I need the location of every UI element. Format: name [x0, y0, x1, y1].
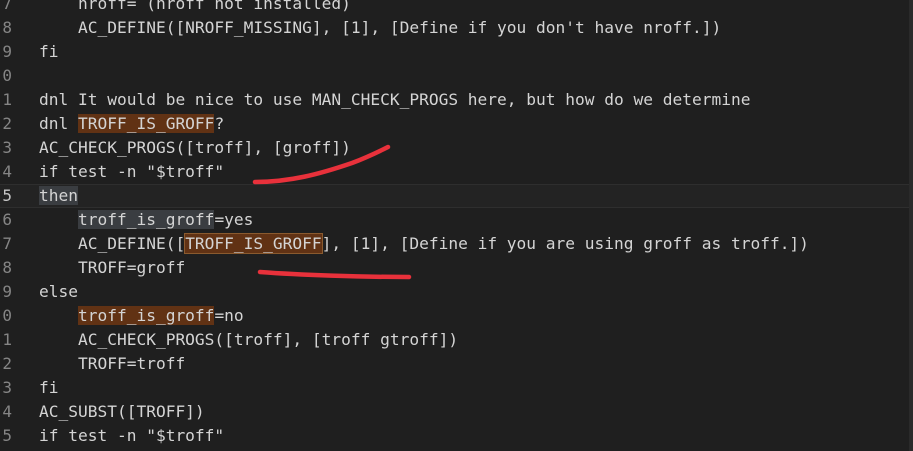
line-code[interactable]: TROFF=groff [39, 256, 185, 280]
line-code[interactable]: fi [39, 376, 59, 400]
code-token: fi [39, 42, 59, 61]
line-number: 0 [2, 66, 12, 85]
code-line[interactable]: 7 AC_DEFINE([TROFF_IS_GROFF], [1], [Defi… [0, 232, 913, 256]
line-number: 1 [2, 330, 12, 349]
line-code[interactable]: AC_DEFINE([NROFF_MISSING], [1], [Define … [39, 16, 721, 40]
code-line[interactable]: 3 fi [0, 376, 913, 400]
line-number: 0 [2, 306, 12, 325]
line-code[interactable]: nroff= (nroff not installed) [39, 0, 351, 16]
line-code[interactable]: else [39, 280, 78, 304]
line-code[interactable]: troff_is_groff=no [39, 304, 244, 328]
highlighted-token: troff_is_groff [77, 306, 215, 325]
line-code[interactable]: troff_is_groff=yes [39, 208, 253, 232]
line-code[interactable]: if test -n "$troff" [39, 160, 224, 184]
code-line[interactable]: 0 troff_is_groff=no [0, 304, 913, 328]
code-line[interactable]: 4 AC_SUBST([TROFF]) [0, 400, 913, 424]
highlighted-token: then [39, 186, 78, 205]
code-token: AC_SUBST([TROFF]) [39, 402, 205, 421]
line-code[interactable]: AC_CHECK_PROGS([troff], [troff gtroff]) [39, 328, 458, 352]
code-token: AC_CHECK_PROGS([troff], [troff gtroff]) [77, 330, 459, 349]
highlighted-token: TROFF_IS_GROFF [184, 233, 323, 254]
code-token: AC_CHECK_PROGS([troff], [groff]) [39, 138, 351, 157]
code-token: =yes [214, 210, 254, 229]
line-number: 6 [2, 210, 12, 229]
code-line[interactable]: 9 fi [0, 40, 913, 64]
code-token: dnl It would be nice to use MAN_CHECK_PR… [39, 90, 751, 109]
line-number: 1 [2, 90, 12, 109]
code-line[interactable]: 5 then [0, 184, 913, 208]
line-number: 4 [2, 162, 12, 181]
line-number: 9 [2, 42, 12, 61]
code-line[interactable]: 8 AC_DEFINE([NROFF_MISSING], [1], [Defin… [0, 16, 913, 40]
code-token: =no [214, 306, 244, 325]
line-code[interactable]: AC_CHECK_PROGS([troff], [groff]) [39, 136, 351, 160]
line-number: 3 [2, 138, 12, 157]
line-number: 2 [2, 354, 12, 373]
code-token: dnl [39, 114, 78, 133]
code-token: TROFF=troff [77, 354, 186, 373]
code-token: nroff= (nroff not installed) [77, 0, 351, 13]
line-number: 5 [2, 186, 12, 205]
code-token: if test -n "$troff" [39, 162, 225, 181]
line-code[interactable]: fi [39, 40, 59, 64]
code-token: TROFF=groff [77, 258, 186, 277]
line-code[interactable]: dnl It would be nice to use MAN_CHECK_PR… [39, 88, 750, 112]
line-code[interactable]: if test -n "$troff" [39, 424, 224, 448]
line-number: 5 [2, 426, 12, 445]
code-line[interactable]: 7 nroff= (nroff not installed) [0, 0, 913, 16]
highlighted-token: troff_is_groff [77, 210, 215, 229]
line-code[interactable]: dnl TROFF_IS_GROFF? [39, 112, 224, 136]
line-number: 8 [2, 258, 12, 277]
code-line[interactable]: 5 if test -n "$troff" [0, 424, 913, 448]
line-code[interactable]: TROFF=troff [39, 352, 185, 376]
line-number: 7 [2, 0, 12, 13]
code-token: AC_DEFINE([ [77, 234, 186, 253]
code-line[interactable]: 1 dnl It would be nice to use MAN_CHECK_P… [0, 88, 913, 112]
code-token: ? [214, 114, 225, 133]
vertical-scrollbar[interactable] [909, 0, 913, 451]
code-token: if test -n "$troff" [39, 426, 225, 445]
line-number: 3 [2, 378, 12, 397]
line-number: 4 [2, 402, 12, 421]
code-line[interactable]: 2 TROFF=troff [0, 352, 913, 376]
code-line[interactable]: 9 else [0, 280, 913, 304]
code-line[interactable]: 1 AC_CHECK_PROGS([troff], [troff gtroff]… [0, 328, 913, 352]
code-token: AC_DEFINE([NROFF_MISSING], [1], [Define … [77, 18, 722, 37]
line-number: 7 [2, 234, 12, 253]
code-line[interactable]: 2 dnl TROFF_IS_GROFF? [0, 112, 913, 136]
line-number: 2 [2, 114, 12, 133]
line-number: 8 [2, 18, 12, 37]
line-code[interactable]: AC_DEFINE([TROFF_IS_GROFF], [1], [Define… [39, 232, 809, 256]
line-number: 9 [2, 282, 12, 301]
code-token: fi [39, 378, 59, 397]
highlighted-token: TROFF_IS_GROFF [77, 114, 215, 133]
code-line[interactable]: 0 [0, 64, 913, 88]
line-code[interactable]: AC_SUBST([TROFF]) [39, 400, 205, 424]
code-token: else [39, 282, 78, 301]
code-token: ], [1], [Define if you are using groff a… [321, 234, 809, 253]
code-lines[interactable]: 7 nroff= (nroff not installed) 8 AC_DEFIN… [0, 0, 913, 451]
code-line[interactable]: 4 if test -n "$troff" [0, 160, 913, 184]
line-code[interactable]: then [39, 184, 78, 208]
code-editor[interactable]: 7 nroff= (nroff not installed) 8 AC_DEFIN… [0, 0, 913, 451]
code-line[interactable]: 8 TROFF=groff [0, 256, 913, 280]
code-line[interactable]: 3 AC_CHECK_PROGS([troff], [groff]) [0, 136, 913, 160]
code-line[interactable]: 6 troff_is_groff=yes [0, 208, 913, 232]
